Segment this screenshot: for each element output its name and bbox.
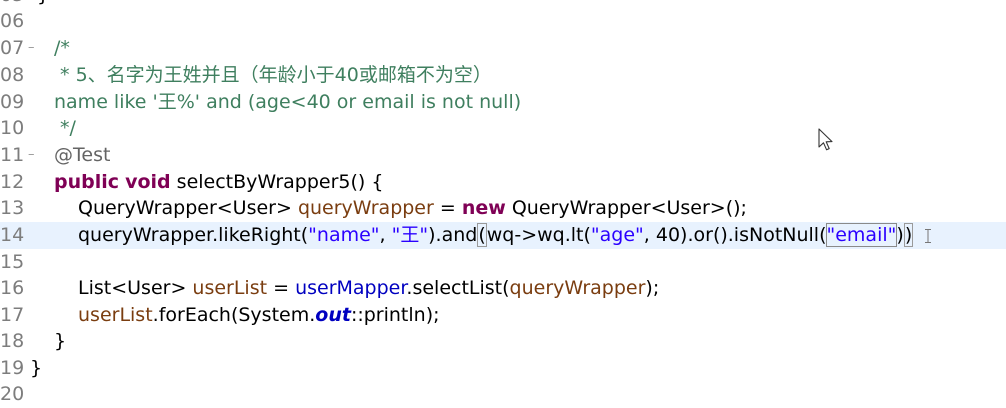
line-number: 18 (0, 330, 25, 352)
variable: userList (192, 277, 268, 299)
code-line: 09 name like '王%' and (age<40 or email i… (0, 89, 1006, 116)
code-text: userList.forEach(System.out::println); (78, 302, 440, 329)
text-cursor-icon (925, 229, 931, 243)
method-call: .selectList( (406, 277, 510, 299)
variable: queryWrapper (509, 277, 646, 299)
variable: userList (78, 304, 153, 326)
field-ref: userMapper (295, 277, 407, 299)
method-ref: ::println); (350, 304, 440, 326)
variable: queryWrapper (297, 197, 434, 219)
code-line: 17 userList.forEach(System.out::println)… (0, 302, 1006, 329)
code-line: 18 } (0, 328, 1006, 355)
closing-brace: } (30, 357, 43, 379)
closing-brace: } (54, 330, 67, 352)
code-line: 13 QueryWrapper<User> queryWrapper = new… (0, 195, 1006, 222)
line-number: 07 (0, 37, 25, 59)
line-number: 15 (0, 251, 25, 273)
code-line: 08 * 5、名字为王姓并且（年龄小于40或邮箱不为空） (0, 62, 1006, 89)
method-call: ).and (428, 224, 478, 246)
static-field: out (315, 304, 351, 326)
type-text: List<User> (78, 277, 193, 299)
line-number: 08 (0, 64, 25, 86)
keyword: new (461, 197, 506, 219)
operator: = (433, 197, 462, 219)
annotation: @Test (54, 144, 111, 166)
string-literal: "王" (391, 224, 429, 246)
code-text: QueryWrapper<User> queryWrapper = new Qu… (78, 195, 747, 222)
code-line: 07 – /* (0, 35, 1006, 62)
code-text: public void selectByWrapper5() { (54, 169, 383, 196)
method-call: , 40).or().isNotNull( (643, 224, 827, 246)
selected-string-literal: "email" (825, 223, 898, 247)
type-text: QueryWrapper<User> (78, 197, 298, 219)
line-number: 19 (0, 357, 25, 379)
code-punct: , (379, 224, 392, 246)
line-number: 11 (0, 144, 25, 166)
line-number: 10 (0, 117, 25, 139)
code-text: queryWrapper.likeRight("name", "王").and(… (78, 222, 914, 249)
code-text: List<User> userList = userMapper.selectL… (78, 275, 659, 302)
current-code-line: 14 queryWrapper.likeRight("name", "王").a… (0, 222, 1006, 249)
operator: = (267, 277, 296, 299)
code-line: 19 } (0, 355, 1006, 382)
matching-bracket: ( (477, 223, 487, 247)
code-punct: ); (645, 277, 660, 299)
code-line: 12 public void selectByWrapper5() { (0, 169, 1006, 196)
keyword: void (125, 171, 171, 193)
fold-marker-icon[interactable]: – (28, 142, 40, 169)
comment-open: /* (54, 37, 70, 59)
line-number: 09 (0, 91, 25, 113)
mouse-pointer-icon (818, 128, 833, 151)
line-number: 14 (0, 224, 25, 246)
code-punct: ) (896, 224, 904, 246)
code-line: 06 (0, 8, 1006, 35)
constructor-call: QueryWrapper<User>(); (505, 197, 747, 219)
code-editor[interactable]: 05 } 06 07 – /* 08 * 5、名字为王姓并且（年龄小于40或邮箱… (0, 0, 1006, 405)
fold-marker-icon[interactable]: – (28, 35, 40, 62)
method-signature: selectByWrapper5() { (170, 171, 384, 193)
lambda-expr: wq->wq.lt( (486, 224, 591, 246)
line-number: 06 (0, 10, 25, 32)
code-line: 10 */ (0, 115, 1006, 142)
string-literal: "name" (308, 224, 380, 246)
comment-text: * 5、名字为王姓并且（年龄小于40或邮箱不为空） (54, 64, 492, 86)
code-line: 15 (0, 249, 1006, 276)
string-literal: "age" (590, 224, 644, 246)
line-number: 17 (0, 304, 25, 326)
method-call: .forEach(System. (152, 304, 316, 326)
keyword: public (54, 171, 120, 193)
comment-close: */ (54, 117, 76, 139)
line-number: 16 (0, 277, 25, 299)
code-line: 11 – @Test (0, 142, 1006, 169)
code-line: 20 (0, 381, 1006, 408)
line-number: 13 (0, 197, 25, 219)
matching-bracket: ) (903, 223, 914, 247)
line-number: 20 (0, 383, 25, 405)
comment-text: name like '王%' and (age<40 or email is n… (54, 91, 522, 113)
code-line: 16 List<User> userList = userMapper.sele… (0, 275, 1006, 302)
method-call: queryWrapper.likeRight( (78, 224, 309, 246)
line-number: 12 (0, 171, 25, 193)
